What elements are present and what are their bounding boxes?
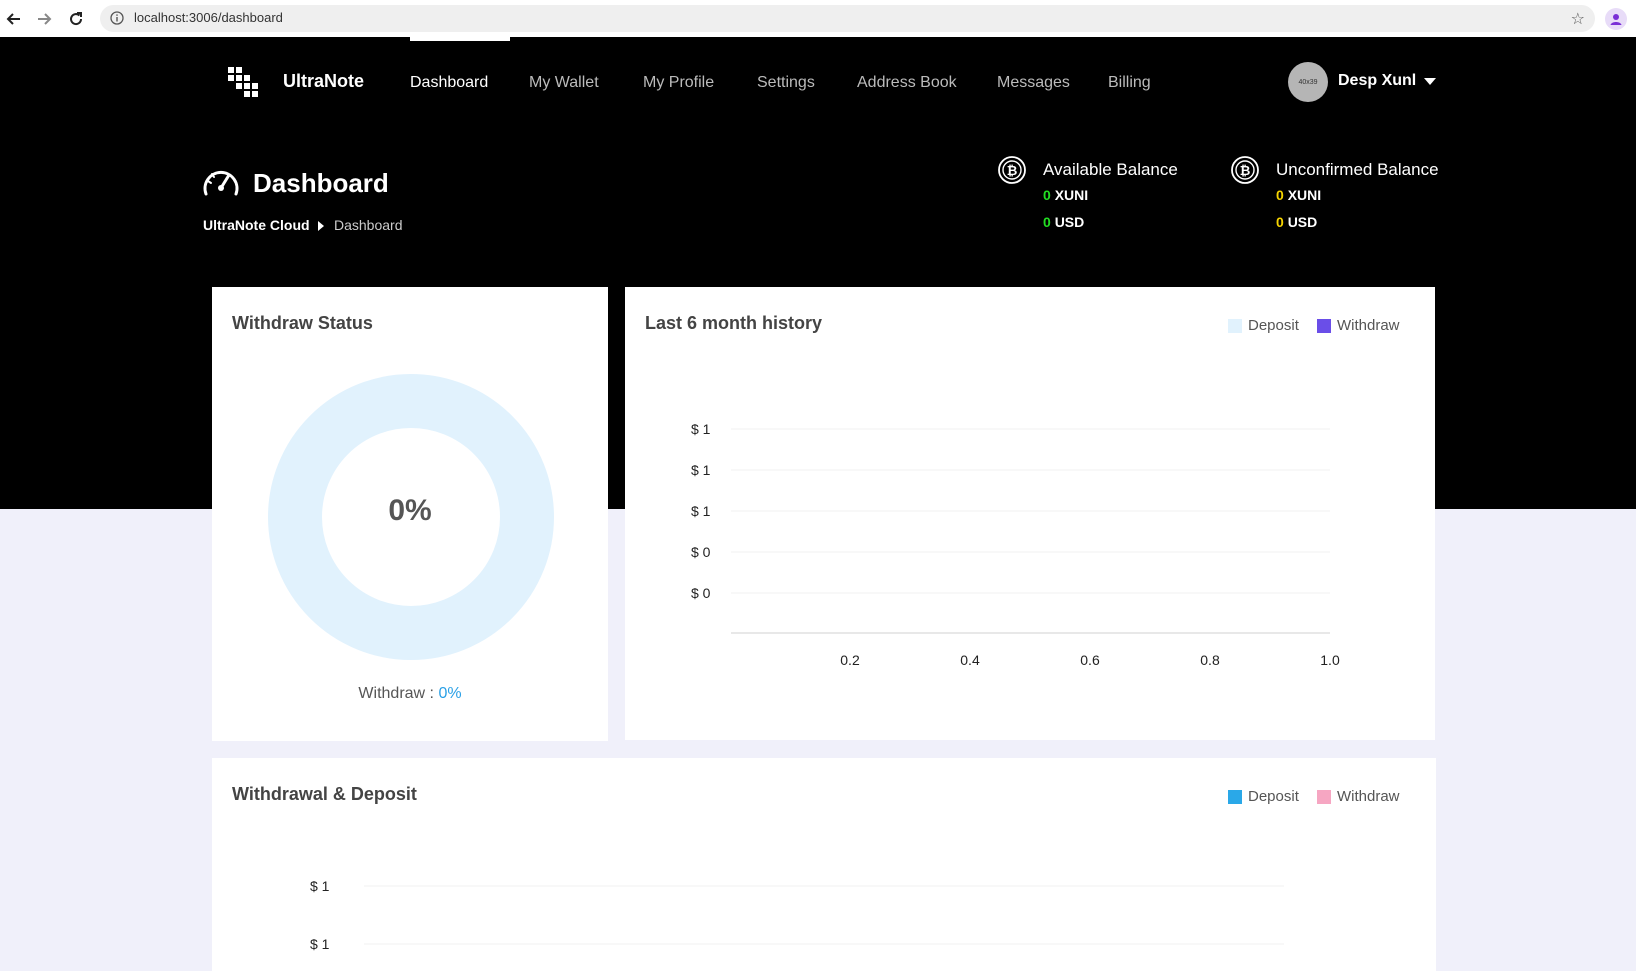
browser-profile-icon[interactable] bbox=[1605, 8, 1627, 30]
available-balance-title: Available Balance bbox=[1043, 160, 1178, 179]
url-text: localhost:3006/dashboard bbox=[134, 10, 283, 25]
x-tick-label: 0.4 bbox=[960, 652, 980, 668]
address-bar[interactable]: localhost:3006/dashboard ☆ bbox=[100, 5, 1595, 32]
x-tick-label: 1.0 bbox=[1320, 652, 1340, 668]
donut-caption-value: 0% bbox=[438, 685, 462, 702]
brand-name[interactable]: UltraNote bbox=[283, 71, 364, 92]
site-info-icon[interactable] bbox=[110, 11, 124, 30]
donut-caption-label: Withdraw : bbox=[358, 685, 434, 702]
user-menu-name[interactable]: Desp Xunl bbox=[1338, 72, 1416, 90]
svg-text:₿: ₿ bbox=[1240, 164, 1251, 179]
nav-settings[interactable]: Settings bbox=[757, 74, 815, 92]
bitcoin-icon: ₿ bbox=[1231, 156, 1259, 184]
card-title: Withdraw Status bbox=[232, 313, 373, 333]
nav-my-profile[interactable]: My Profile bbox=[643, 74, 714, 92]
grid-logo-icon[interactable] bbox=[228, 67, 258, 97]
unconfirmed-usd: 0 USD bbox=[1276, 214, 1317, 230]
available-usd: 0 USD bbox=[1043, 214, 1084, 230]
chevron-down-icon[interactable] bbox=[1424, 78, 1436, 85]
svg-text:₿: ₿ bbox=[1007, 164, 1018, 179]
y-tick-label: $ 1 bbox=[691, 462, 711, 478]
unconfirmed-xuni-unit: XUNI bbox=[1287, 187, 1322, 203]
speedometer-icon bbox=[203, 171, 239, 196]
avatar[interactable]: 40x39 bbox=[1288, 62, 1328, 102]
x-tick-label: 0.8 bbox=[1200, 652, 1220, 668]
available-usd-unit: USD bbox=[1054, 214, 1085, 230]
unconfirmed-usd-unit: USD bbox=[1287, 214, 1318, 230]
nav-active-indicator bbox=[410, 37, 510, 41]
breadcrumb-current: Dashboard bbox=[334, 217, 403, 233]
unconfirmed-balance-title: Unconfirmed Balance bbox=[1276, 160, 1439, 179]
x-tick-label: 0.6 bbox=[1080, 652, 1100, 668]
withdrawal-deposit-bar-chart: $ 1 $ 1 bbox=[310, 878, 1284, 952]
unconfirmed-xuni: 0 XUNI bbox=[1276, 187, 1321, 203]
donut-center-label: 0% bbox=[388, 494, 432, 527]
breadcrumb-separator-icon bbox=[318, 221, 324, 231]
y-tick-label: $ 1 bbox=[310, 878, 330, 894]
history-bar-chart: $ 1 $ 1 $ 1 $ 0 $ 0 0.2 0.4 0.6 0.8 1.0 bbox=[691, 421, 1340, 668]
nav-my-wallet[interactable]: My Wallet bbox=[529, 74, 599, 92]
reload-icon[interactable] bbox=[64, 7, 88, 31]
y-tick-label: $ 0 bbox=[691, 544, 711, 560]
unconfirmed-xuni-amount: 0 bbox=[1276, 187, 1284, 203]
history-card: Last 6 month history Deposit Withdraw $ … bbox=[625, 287, 1435, 740]
bookmark-star-icon[interactable]: ☆ bbox=[1571, 9, 1585, 29]
forward-arrow-icon[interactable] bbox=[32, 7, 56, 31]
browser-toolbar: localhost:3006/dashboard ☆ bbox=[0, 0, 1636, 38]
available-xuni: 0 XUNI bbox=[1043, 187, 1088, 203]
donut-caption: Withdraw : 0% bbox=[212, 685, 608, 703]
breadcrumb-root[interactable]: UltraNote Cloud bbox=[203, 217, 310, 233]
withdrawal-deposit-card: Withdrawal & Deposit Deposit Withdraw $ … bbox=[212, 758, 1436, 971]
nav-billing[interactable]: Billing bbox=[1108, 74, 1151, 92]
y-tick-label: $ 0 bbox=[691, 585, 711, 601]
y-tick-label: $ 1 bbox=[691, 503, 711, 519]
nav-messages[interactable]: Messages bbox=[997, 74, 1070, 92]
nav-address-book[interactable]: Address Book bbox=[857, 74, 957, 92]
nav-dashboard[interactable]: Dashboard bbox=[410, 74, 488, 92]
available-usd-amount: 0 bbox=[1043, 214, 1051, 230]
unconfirmed-usd-amount: 0 bbox=[1276, 214, 1284, 230]
bitcoin-icon: ₿ bbox=[998, 156, 1026, 184]
withdraw-status-card: Withdraw Status 0% Withdraw : 0% bbox=[212, 287, 608, 741]
back-arrow-icon[interactable] bbox=[2, 7, 26, 31]
available-xuni-unit: XUNI bbox=[1054, 187, 1089, 203]
x-tick-label: 0.2 bbox=[840, 652, 860, 668]
y-tick-label: $ 1 bbox=[310, 936, 330, 952]
page-title: Dashboard bbox=[253, 168, 389, 198]
y-tick-label: $ 1 bbox=[691, 421, 711, 437]
available-xuni-amount: 0 bbox=[1043, 187, 1051, 203]
